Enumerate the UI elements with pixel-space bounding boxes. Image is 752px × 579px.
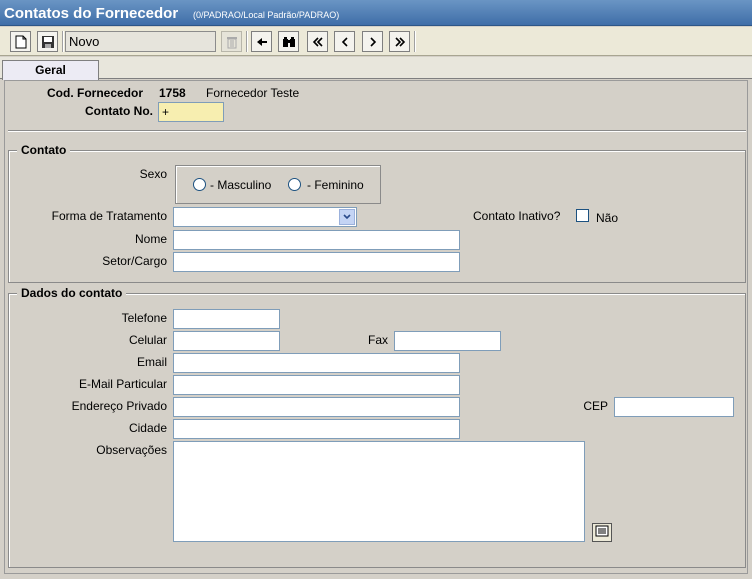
- setor-label: Setor/Cargo: [102, 254, 167, 268]
- toolbar-separator: [62, 31, 64, 52]
- endereco-input[interactable]: [173, 397, 460, 417]
- tratamento-select[interactable]: [173, 207, 357, 227]
- sexo-label: Sexo: [139, 167, 167, 181]
- masculino-label: - Masculino: [210, 178, 272, 192]
- fax-label: Fax: [367, 333, 388, 347]
- contato-fieldset: Contato Sexo - Masculino - Feminino Form…: [8, 143, 746, 283]
- feminino-radio[interactable]: [288, 178, 301, 191]
- masculino-radio[interactable]: [193, 178, 206, 191]
- email-particular-input[interactable]: [173, 375, 460, 395]
- previous-record-button[interactable]: [334, 31, 355, 52]
- observacoes-textarea[interactable]: [173, 441, 585, 542]
- search-button[interactable]: [278, 31, 299, 52]
- cep-label: CEP: [583, 399, 608, 413]
- sexo-radio-group: - Masculino - Feminino: [175, 165, 381, 204]
- main-panel: Cod. Fornecedor 1758 Fornecedor Teste Co…: [4, 80, 748, 574]
- setor-input[interactable]: [173, 252, 460, 272]
- nome-input[interactable]: [173, 230, 460, 250]
- contact-no-label: Contato No.: [85, 104, 153, 118]
- back-button[interactable]: [251, 31, 272, 52]
- email-label: Email: [136, 355, 167, 369]
- telefone-label: Telefone: [121, 311, 167, 325]
- new-record-button[interactable]: [10, 31, 31, 52]
- fax-input[interactable]: [394, 331, 501, 351]
- telefone-input[interactable]: [173, 309, 280, 329]
- feminino-label: - Feminino: [307, 178, 364, 192]
- double-chevron-left-icon: [312, 36, 324, 47]
- title-bar: Contatos do Fornecedor (0/PADRAO/Local P…: [0, 0, 752, 26]
- observacoes-expand-button[interactable]: [592, 523, 612, 542]
- window-title: Contatos do Fornecedor: [4, 5, 179, 22]
- chevron-right-icon: [368, 36, 378, 47]
- observacoes-label: Observações: [96, 443, 167, 457]
- supplier-code-label: Cod. Fornecedor: [47, 86, 144, 100]
- cidade-label: Cidade: [128, 421, 167, 435]
- celular-input[interactable]: [173, 331, 280, 351]
- dados-fieldset: Dados do contato Telefone Celular Fax Em…: [8, 286, 746, 568]
- toolbar: Novo: [0, 27, 752, 56]
- notepad-icon: [595, 525, 609, 540]
- tab-geral[interactable]: Geral: [2, 60, 99, 80]
- header-divider: [8, 130, 746, 132]
- next-record-button[interactable]: [362, 31, 383, 52]
- save-button[interactable]: [37, 31, 58, 52]
- new-document-icon: [15, 35, 27, 49]
- nao-label: Não: [596, 211, 619, 225]
- double-chevron-right-icon: [394, 36, 406, 47]
- email-input[interactable]: [173, 353, 460, 373]
- toolbar-separator: [414, 31, 416, 52]
- contato-legend: Contato: [17, 143, 71, 157]
- tratamento-label: Forma de Tratamento: [51, 209, 167, 223]
- supplier-code-value: 1758: [159, 86, 186, 100]
- window-subtitle: (0/PADRAO/Local Padrão/PADRAO): [193, 10, 340, 20]
- delete-button[interactable]: [221, 31, 242, 52]
- toolbar-separator: [246, 31, 248, 52]
- celular-label: Celular: [128, 333, 167, 347]
- inativo-checkbox[interactable]: [576, 209, 589, 222]
- endereco-label: Endereço Privado: [71, 399, 167, 413]
- last-record-button[interactable]: [389, 31, 410, 52]
- chevron-left-icon: [340, 36, 350, 47]
- chevron-down-icon[interactable]: [339, 209, 355, 225]
- tab-bar: Geral: [0, 57, 752, 80]
- inativo-label: Contato Inativo?: [473, 209, 561, 223]
- cep-input[interactable]: [614, 397, 734, 417]
- supplier-name: Fornecedor Teste: [206, 86, 300, 100]
- binoculars-icon: [282, 36, 296, 48]
- contact-no-input[interactable]: +: [158, 102, 224, 122]
- save-disk-icon: [41, 35, 55, 49]
- arrow-left-icon: [256, 37, 268, 47]
- record-status-field: Novo: [65, 31, 216, 52]
- trash-icon: [226, 35, 238, 49]
- dados-legend: Dados do contato: [17, 286, 127, 300]
- cidade-input[interactable]: [173, 419, 460, 439]
- nome-label: Nome: [134, 232, 167, 246]
- first-record-button[interactable]: [307, 31, 328, 52]
- email-particular-label: E-Mail Particular: [78, 377, 167, 391]
